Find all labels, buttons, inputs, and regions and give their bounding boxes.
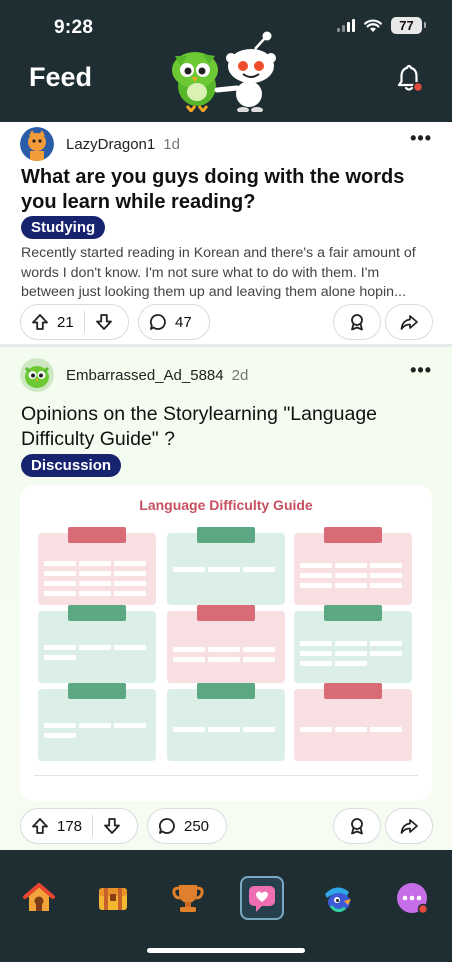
comments-button[interactable]: 47 [138,304,210,340]
more-options-icon[interactable]: ••• [410,128,432,149]
feed-post[interactable]: LazyDragon1 1d ••• What are you guys doi… [0,122,452,344]
post-title[interactable]: Opinions on the Storylearning "Language … [21,402,436,452]
tab-leaderboard[interactable] [166,876,210,920]
tier-card [38,527,156,605]
page-title: Feed [29,62,93,92]
mascots-illustration [172,31,276,112]
downvote-icon [104,818,120,834]
vote-control: 21 [20,304,129,340]
tier-card [38,605,156,683]
trophy-icon [172,885,204,912]
tab-shop[interactable] [315,876,359,920]
tier-badge [197,605,255,621]
tier-card [167,527,285,605]
post-time: 2d [231,366,249,384]
upvote-count: 178 [57,817,83,835]
upvote-button[interactable]: 178 [21,809,92,843]
tier-card [294,683,412,761]
share-button[interactable] [385,808,433,844]
award-button[interactable] [333,808,381,844]
tier-card [38,683,156,761]
tier-badge [197,683,255,699]
downvote-button[interactable] [85,305,123,339]
avatar[interactable] [20,127,54,161]
share-icon [400,819,418,834]
post-image[interactable]: Language Difficulty Guide [20,485,432,801]
vote-control: 178 [20,808,138,844]
tier-card [294,527,412,605]
shop-icon [325,887,351,913]
share-icon [400,315,418,330]
comment-icon [149,314,166,330]
treasure-chest-icon [99,888,127,910]
tier-card [294,605,412,683]
downvote-icon [95,314,112,330]
guide-footer-divider [34,775,418,776]
post-meta: Embarrassed_Ad_5884 2d [20,358,248,392]
tier-card [167,683,285,761]
tier-badge [324,605,382,621]
tier-badge [68,683,126,699]
more-options-icon[interactable]: ••• [410,360,432,381]
tab-more[interactable] [390,876,434,920]
tier-badge [197,527,255,543]
award-icon [351,818,363,835]
comments-button[interactable]: 250 [147,808,227,844]
comment-icon [158,818,175,834]
post-author[interactable]: LazyDragon1 [66,136,155,153]
upvote-count: 21 [57,313,74,331]
wifi-icon [364,19,382,32]
status-icons: 77 [337,17,426,34]
downvote-button[interactable] [93,809,131,843]
more-icon [397,883,429,915]
tier-card [167,605,285,683]
upvote-icon [32,818,48,834]
app-header: 9:28 77 Feed [0,0,452,122]
share-button[interactable] [385,304,433,340]
award-button[interactable] [333,304,381,340]
bell-icon[interactable] [394,63,424,93]
comment-count: 250 [184,817,210,835]
comment-count: 47 [175,313,192,331]
home-indicator [147,948,305,953]
tab-home[interactable] [17,876,61,920]
tier-badge [324,683,382,699]
home-icon [23,883,55,911]
post-meta: LazyDragon1 1d [20,127,180,161]
tab-feed[interactable] [240,876,284,920]
post-author[interactable]: Embarrassed_Ad_5884 [66,367,224,384]
tier-badge [68,605,126,621]
status-time: 9:28 [54,17,94,38]
bottom-tab-bar [0,850,452,962]
post-excerpt[interactable]: Recently started reading in Korean and t… [21,244,435,303]
guide-title: Language Difficulty Guide [139,497,313,513]
tier-badge [68,527,126,543]
post-title[interactable]: What are you guys doing with the words y… [21,165,436,215]
upvote-icon [32,314,48,330]
avatar[interactable] [20,358,54,392]
heart-message-icon [249,886,275,912]
upvote-button[interactable]: 21 [21,305,84,339]
post-flair[interactable]: Studying [21,216,106,239]
tier-badge [324,527,382,543]
award-icon [351,314,363,331]
post-flair[interactable]: Discussion [21,454,122,477]
battery-indicator: 77 [391,17,426,34]
post-time: 1d [163,135,180,153]
signal-icon [337,19,355,32]
tab-quests[interactable] [91,876,135,920]
